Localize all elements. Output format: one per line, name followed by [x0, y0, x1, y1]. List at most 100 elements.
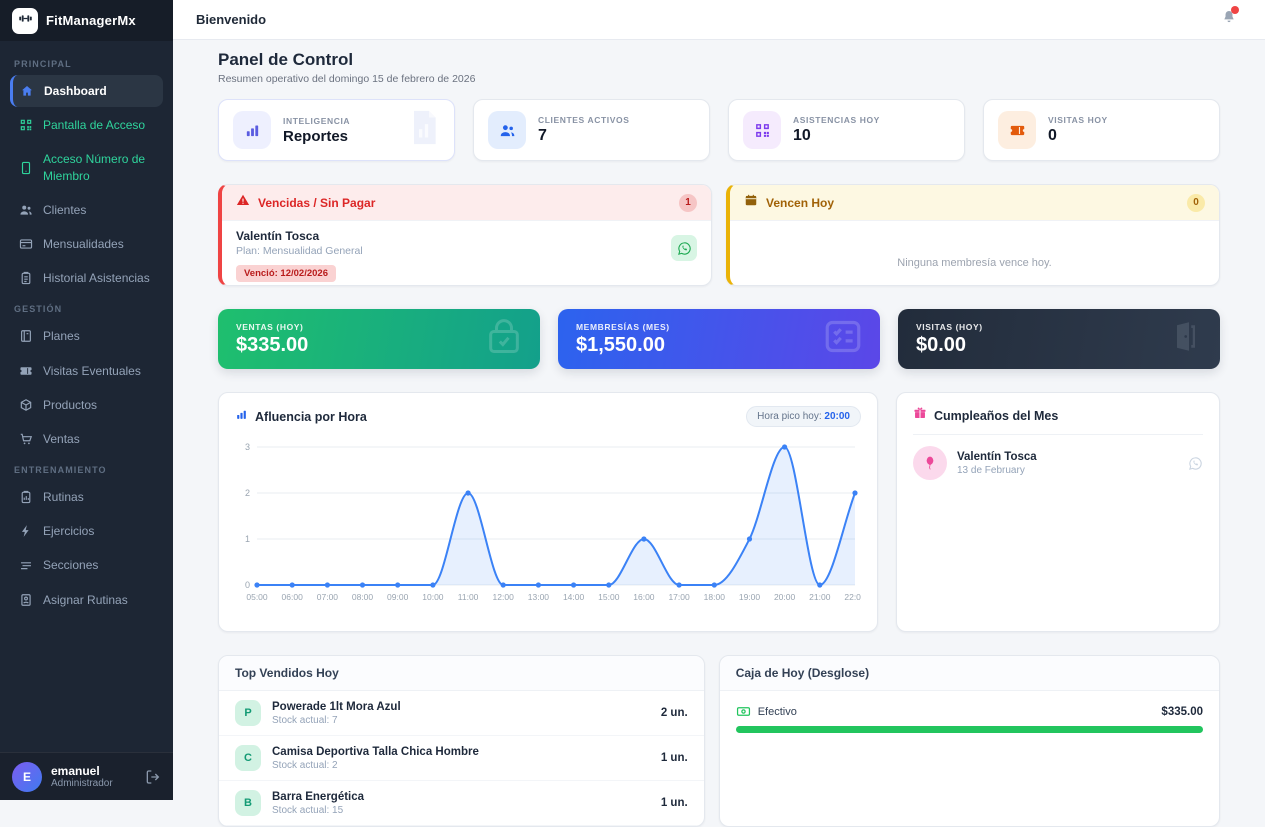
dumbbell-icon: [18, 11, 33, 31]
sidebar-item-acceso-numero-miembro[interactable]: Acceso Número de Miembro: [10, 143, 163, 191]
topbar: Bienvenido: [173, 0, 1265, 40]
sidebar-item-mensualidades[interactable]: Mensualidades: [10, 228, 163, 260]
top-sold-title: Top Vendidos Hoy: [219, 656, 704, 691]
shopping-bag-icon: [484, 315, 524, 364]
stat-card-asistencias-hoy[interactable]: ASISTENCIAS HOY 10: [728, 99, 965, 161]
sidebar-item-clientes[interactable]: Clientes: [10, 194, 163, 226]
door-icon: [1168, 315, 1204, 364]
sidebar-user-panel: E emanuel Administrador: [0, 752, 173, 800]
assign-routine-icon: [19, 593, 33, 607]
birthdays-title: Cumpleaños del Mes: [934, 408, 1059, 423]
stat-card-clientes-activos[interactable]: CLIENTES ACTIVOS 7: [473, 99, 710, 161]
sidebar-item-asignar-rutinas[interactable]: Asignar Rutinas: [10, 584, 163, 616]
cash-progress-bar: [735, 726, 1203, 733]
nav-section-gestion: GESTIÓN: [14, 304, 63, 315]
sidebar-item-ejercicios[interactable]: Ejercicios: [10, 515, 163, 547]
overdue-member-row: Valentín Tosca Plan: Mensualidad General…: [222, 221, 711, 285]
qr-scan-icon: [19, 118, 33, 132]
svg-text:07:00: 07:00: [317, 592, 339, 602]
list-icon: [19, 559, 33, 573]
calendar-icon: [744, 193, 758, 212]
peak-hour-badge: Hora pico hoy: 20:00: [746, 406, 861, 427]
sidebar-item-dashboard[interactable]: Dashboard: [10, 75, 163, 108]
sidebar-item-ventas[interactable]: Ventas: [10, 423, 163, 455]
cart-icon: [19, 432, 33, 446]
bottom-row: Top Vendidos Hoy P Powerade 1lt Mora Azu…: [218, 655, 1220, 827]
product-initial-badge: C: [235, 745, 261, 771]
product-initial-badge: B: [235, 790, 261, 816]
due-today-count-badge: 0: [1187, 193, 1205, 212]
brand-name: FitManagerMx: [46, 13, 136, 28]
clipboard-icon: [19, 271, 33, 285]
notebook-icon: [19, 329, 33, 343]
top-sold-card: Top Vendidos Hoy P Powerade 1lt Mora Azu…: [218, 655, 705, 827]
topbar-title: Bienvenido: [196, 12, 267, 27]
svg-text:15:00: 15:00: [598, 592, 620, 602]
home-icon: [20, 84, 34, 98]
svg-text:05:00: 05:00: [246, 592, 268, 602]
ticket-icon: [19, 364, 33, 378]
membership-card-icon: [19, 237, 33, 251]
svg-text:18:00: 18:00: [704, 592, 726, 602]
qr-code-icon: [743, 111, 781, 149]
sidebar-item-historial-asistencias[interactable]: Historial Asistencias: [10, 262, 163, 294]
whatsapp-button[interactable]: [671, 235, 697, 261]
stat-card-reportes[interactable]: INTELIGENCIA Reportes: [218, 99, 455, 161]
kpi-row: VENTAS (HOY) $335.00 MEMBRESÍAS (MES) $1…: [218, 309, 1220, 369]
app-logo: [12, 7, 38, 34]
notifications-button[interactable]: [1221, 6, 1239, 30]
bar-chart-icon: [235, 408, 248, 426]
svg-text:17:00: 17:00: [668, 592, 690, 602]
report-doc-watermark-icon: [404, 106, 444, 155]
svg-text:12:00: 12:00: [493, 592, 515, 602]
product-initial-badge: P: [235, 700, 261, 726]
svg-text:14:00: 14:00: [563, 592, 585, 602]
svg-text:21:00: 21:00: [809, 592, 831, 602]
sidebar-item-pantalla-de-acceso[interactable]: Pantalla de Acceso: [10, 109, 163, 141]
sidebar: FitManagerMx PRINCIPAL Dashboard Pantall…: [0, 0, 173, 800]
sidebar-item-visitas-eventuales[interactable]: Visitas Eventuales: [10, 355, 163, 387]
cash-title: Caja de Hoy (Desglose): [719, 656, 1219, 691]
sidebar-item-secciones[interactable]: Secciones: [10, 549, 163, 581]
notification-dot: [1231, 6, 1239, 14]
chart-row: Afluencia por Hora Hora pico hoy: 20:00 …: [218, 392, 1220, 632]
svg-text:19:00: 19:00: [739, 592, 761, 602]
sidebar-item-rutinas[interactable]: Rutinas: [10, 481, 163, 513]
sidebar-header: FitManagerMx: [0, 0, 173, 41]
stat-card-visitas-hoy[interactable]: VISITAS HOY 0: [983, 99, 1220, 161]
task-list-icon: [822, 316, 864, 363]
due-today-empty-message: Ninguna membresía vence hoy.: [897, 257, 1052, 269]
sidebar-item-productos[interactable]: Productos: [10, 389, 163, 421]
svg-text:13:00: 13:00: [528, 592, 550, 602]
page-title: Panel de Control: [218, 50, 354, 69]
product-row: P Powerade 1lt Mora Azul Stock actual: 7…: [219, 691, 704, 736]
whatsapp-icon[interactable]: [1188, 456, 1203, 471]
warning-icon: [236, 193, 250, 212]
afluencia-card: Afluencia por Hora Hora pico hoy: 20:00 …: [218, 392, 878, 632]
birthday-list-item: Valentín Tosca 13 de February: [913, 435, 1203, 491]
birthday-date: 13 de February: [957, 464, 1025, 476]
overdue-card: Vencidas / Sin Pagar 1 Valentín Tosca Pl…: [218, 184, 712, 286]
due-today-card: Vencen Hoy 0 Ninguna membresía vence hoy…: [726, 184, 1220, 286]
svg-text:0: 0: [245, 580, 250, 590]
svg-text:2: 2: [245, 488, 250, 498]
logout-icon[interactable]: [145, 769, 161, 785]
birthday-member-name: Valentín Tosca: [957, 450, 1037, 463]
kpi-ventas-hoy[interactable]: VENTAS (HOY) $335.00: [218, 309, 540, 369]
svg-text:16:00: 16:00: [633, 592, 655, 602]
svg-text:3: 3: [245, 442, 250, 452]
svg-text:06:00: 06:00: [282, 592, 304, 602]
svg-text:22:00: 22:00: [844, 592, 861, 602]
balloon-icon: [913, 446, 947, 480]
user-avatar: E: [12, 761, 42, 792]
page-subtitle: Resumen operativo del domingo 15 de febr…: [218, 73, 476, 85]
box-icon: [19, 398, 33, 412]
sidebar-item-planes[interactable]: Planes: [10, 320, 163, 352]
svg-text:09:00: 09:00: [387, 592, 409, 602]
kpi-membresias-mes[interactable]: MEMBRESÍAS (MES) $1,550.00: [558, 309, 880, 369]
kpi-visitas-hoy[interactable]: VISITAS (HOY) $0.00: [898, 309, 1220, 369]
cash-breakdown-card: Caja de Hoy (Desglose) Efectivo $335.00: [718, 655, 1220, 827]
user-name: emanuel: [51, 763, 100, 778]
chart-title: Afluencia por Hora: [255, 409, 367, 424]
cash-icon: [736, 704, 751, 719]
